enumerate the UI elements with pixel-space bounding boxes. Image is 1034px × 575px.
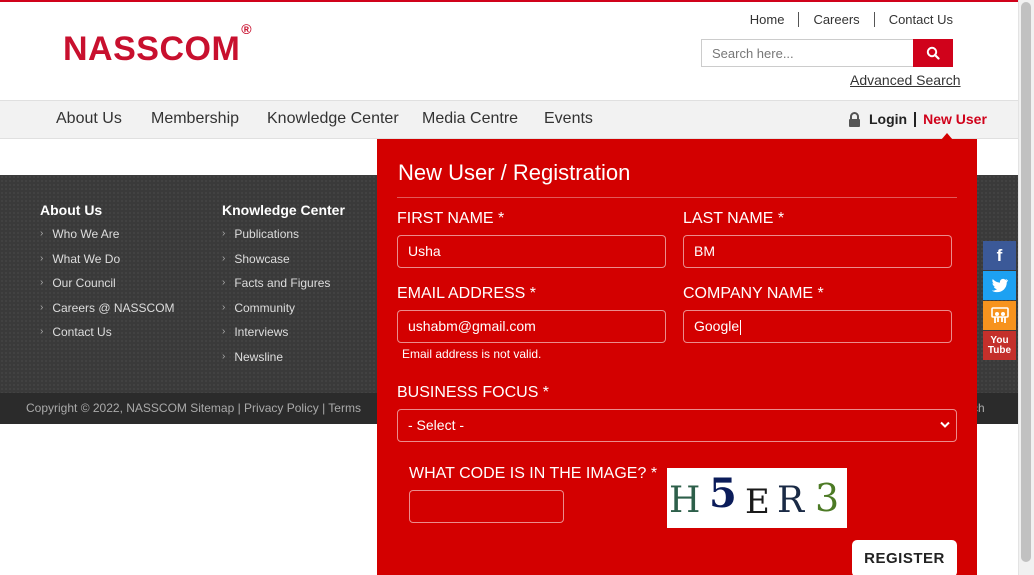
company-label: COMPANY NAME *: [683, 285, 824, 302]
chevron-down-icon: [940, 421, 950, 428]
registration-title: New User / Registration: [398, 160, 631, 185]
nav-events[interactable]: Events: [544, 110, 593, 128]
captcha-image: H 5 E R 3: [667, 468, 847, 528]
footer-link[interactable]: › Our Council: [40, 276, 175, 301]
footer-link[interactable]: › Facts and Figures: [222, 276, 345, 301]
business-focus-label: BUSINESS FOCUS *: [397, 384, 550, 401]
page-scrollbar[interactable]: [1018, 0, 1034, 575]
home-link[interactable]: Home: [736, 12, 799, 27]
chevron-right-icon: ›: [40, 326, 44, 337]
first-name-field[interactable]: Usha: [397, 235, 666, 268]
facebook-icon[interactable]: f: [983, 241, 1016, 270]
footer-link[interactable]: › Showcase: [222, 252, 345, 277]
page: NASSCOM® Home Careers Contact Us Advance…: [0, 0, 1034, 575]
divider: [914, 111, 917, 127]
search-button[interactable]: [913, 39, 953, 67]
top-accent-line: [0, 0, 1034, 2]
nasscom-logo[interactable]: NASSCOM®: [63, 21, 252, 69]
nav-media-centre[interactable]: Media Centre: [422, 110, 518, 128]
footer-link[interactable]: › Who We Are: [40, 227, 175, 252]
top-links: Home Careers Contact Us: [736, 12, 953, 27]
footer-link[interactable]: › Newsline: [222, 350, 345, 375]
chevron-right-icon: ›: [222, 277, 226, 288]
chevron-right-icon: ›: [40, 228, 44, 239]
search-box: [701, 39, 953, 67]
copyright-text[interactable]: Copyright © 2022, NASSCOM Sitemap | Priv…: [26, 401, 361, 415]
chevron-right-icon: ›: [222, 252, 226, 264]
new-user-link[interactable]: New User: [923, 111, 987, 127]
footer-link[interactable]: › Interviews: [222, 325, 345, 350]
register-button[interactable]: REGISTER: [852, 540, 957, 575]
footer-col-knowledge: Knowledge Center › Publications › Showcase…: [222, 202, 345, 374]
chevron-right-icon: ›: [222, 301, 226, 313]
scrollbar-thumb[interactable]: [1021, 2, 1031, 562]
email-error: Email address is not valid.: [402, 347, 542, 361]
last-name-field[interactable]: BM: [683, 235, 952, 268]
youtube-icon[interactable]: You Tube: [983, 331, 1016, 360]
social-bar: f You Tube: [983, 241, 1016, 361]
footer-link[interactable]: › Community: [222, 301, 345, 326]
lock-icon: [849, 111, 860, 127]
auth-links: Login New User: [848, 111, 987, 127]
chevron-right-icon: ›: [40, 277, 44, 288]
search-icon: [926, 46, 940, 60]
footer-link[interactable]: › Publications: [222, 227, 345, 252]
chevron-right-icon: ›: [40, 301, 44, 313]
contact-us-link[interactable]: Contact Us: [875, 12, 953, 27]
nav-about-us[interactable]: About Us: [56, 110, 122, 128]
chevron-right-icon: ›: [222, 350, 226, 362]
chevron-right-icon: ›: [222, 326, 226, 337]
nav-knowledge-center[interactable]: Knowledge Center: [267, 110, 399, 128]
registration-panel: New User / Registration FIRST NAME * Ush…: [377, 139, 977, 575]
search-input[interactable]: [701, 39, 913, 67]
footer-col-about: About Us › Who We Are › What We Do › Our Co…: [40, 202, 175, 350]
chevron-right-icon: ›: [40, 252, 44, 264]
divider: [397, 197, 957, 198]
footer-link[interactable]: › Careers @ NASSCOM: [40, 301, 175, 326]
business-focus-select[interactable]: - Select -: [397, 409, 957, 442]
footer-link[interactable]: › Contact Us: [40, 325, 175, 350]
company-field[interactable]: Google: [683, 310, 952, 343]
chevron-right-icon: ›: [222, 228, 226, 239]
footer-heading: About Us: [40, 202, 103, 218]
first-name-label: FIRST NAME *: [397, 210, 505, 227]
advanced-search-link[interactable]: Advanced Search: [850, 72, 961, 88]
captcha-label: WHAT CODE IS IN THE IMAGE? *: [409, 465, 658, 482]
email-field[interactable]: ushabm@gmail.com: [397, 310, 666, 343]
footer-heading: Knowledge Center: [222, 202, 345, 218]
twitter-icon[interactable]: [983, 271, 1016, 300]
last-name-label: LAST NAME *: [683, 210, 785, 227]
footer-link[interactable]: › What We Do: [40, 252, 175, 277]
captcha-input[interactable]: [409, 490, 564, 523]
login-link[interactable]: Login: [869, 111, 907, 127]
nav-membership[interactable]: Membership: [151, 110, 239, 128]
email-label: EMAIL ADDRESS *: [397, 285, 537, 302]
slideshare-icon[interactable]: [983, 301, 1016, 330]
careers-link[interactable]: Careers: [799, 12, 873, 27]
